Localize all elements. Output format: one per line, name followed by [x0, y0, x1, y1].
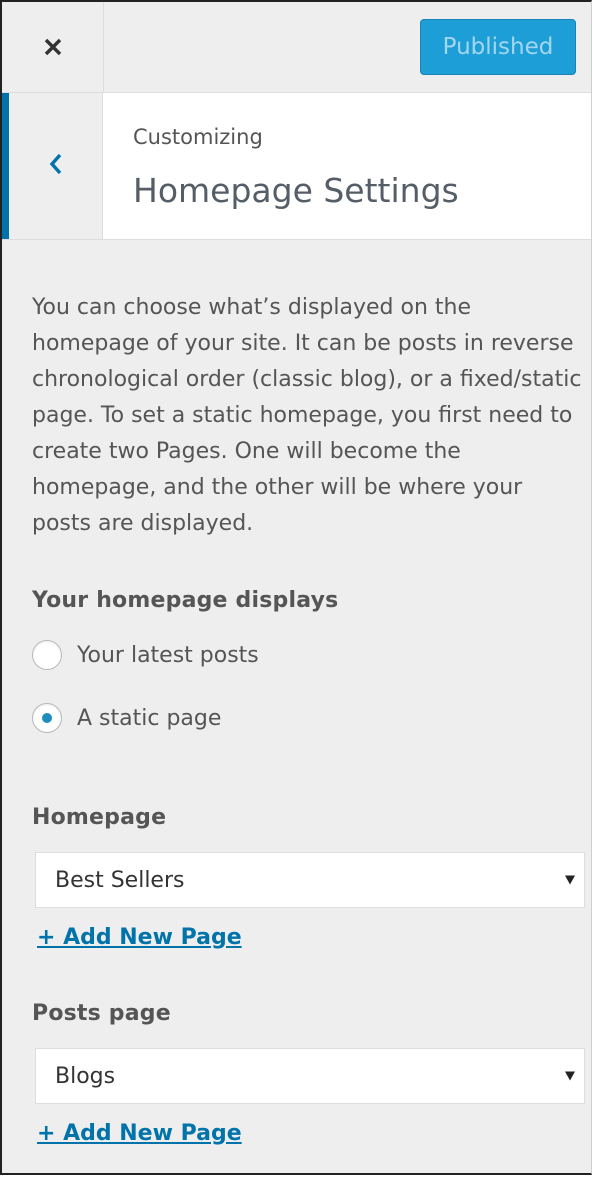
homepage-displays-label: Your homepage displays — [32, 588, 339, 613]
radio-dot-icon — [42, 713, 52, 723]
back-button[interactable] — [2, 93, 103, 239]
page-title: Homepage Settings — [133, 171, 459, 210]
close-icon — [43, 37, 63, 57]
publish-button[interactable]: Published — [420, 19, 576, 75]
chevron-left-icon — [49, 152, 63, 180]
radio-button-checked[interactable] — [32, 703, 62, 733]
close-button[interactable] — [2, 2, 104, 92]
posts-page-select[interactable]: Blogs — [35, 1048, 585, 1104]
radio-latest-posts[interactable]: Your latest posts — [32, 640, 259, 670]
radio-static-page[interactable]: A static page — [32, 703, 221, 733]
section-header: Customizing Homepage Settings — [2, 93, 591, 240]
dropdown-arrow-icon — [565, 1071, 575, 1081]
add-new-page-link-homepage[interactable]: + Add New Page — [37, 925, 242, 950]
dropdown-arrow-icon — [565, 875, 575, 885]
radio-button-unchecked[interactable] — [32, 640, 62, 670]
homepage-label: Homepage — [32, 805, 167, 830]
homepage-select-value: Best Sellers — [55, 867, 185, 893]
posts-page-label: Posts page — [32, 1001, 171, 1026]
customizer-header: Published — [2, 2, 591, 93]
posts-page-select-value: Blogs — [55, 1063, 116, 1089]
customizer-panel: Published Customizing Homepage Settings … — [0, 0, 592, 1175]
add-new-page-link-posts[interactable]: + Add New Page — [37, 1121, 242, 1146]
section-content: You can choose what’s displayed on the h… — [32, 239, 585, 1146]
radio-label: A static page — [77, 705, 222, 731]
homepage-select[interactable]: Best Sellers — [35, 852, 585, 908]
section-description: You can choose what’s displayed on the h… — [32, 295, 582, 536]
radio-label: Your latest posts — [77, 642, 259, 668]
breadcrumb: Customizing — [133, 125, 263, 149]
